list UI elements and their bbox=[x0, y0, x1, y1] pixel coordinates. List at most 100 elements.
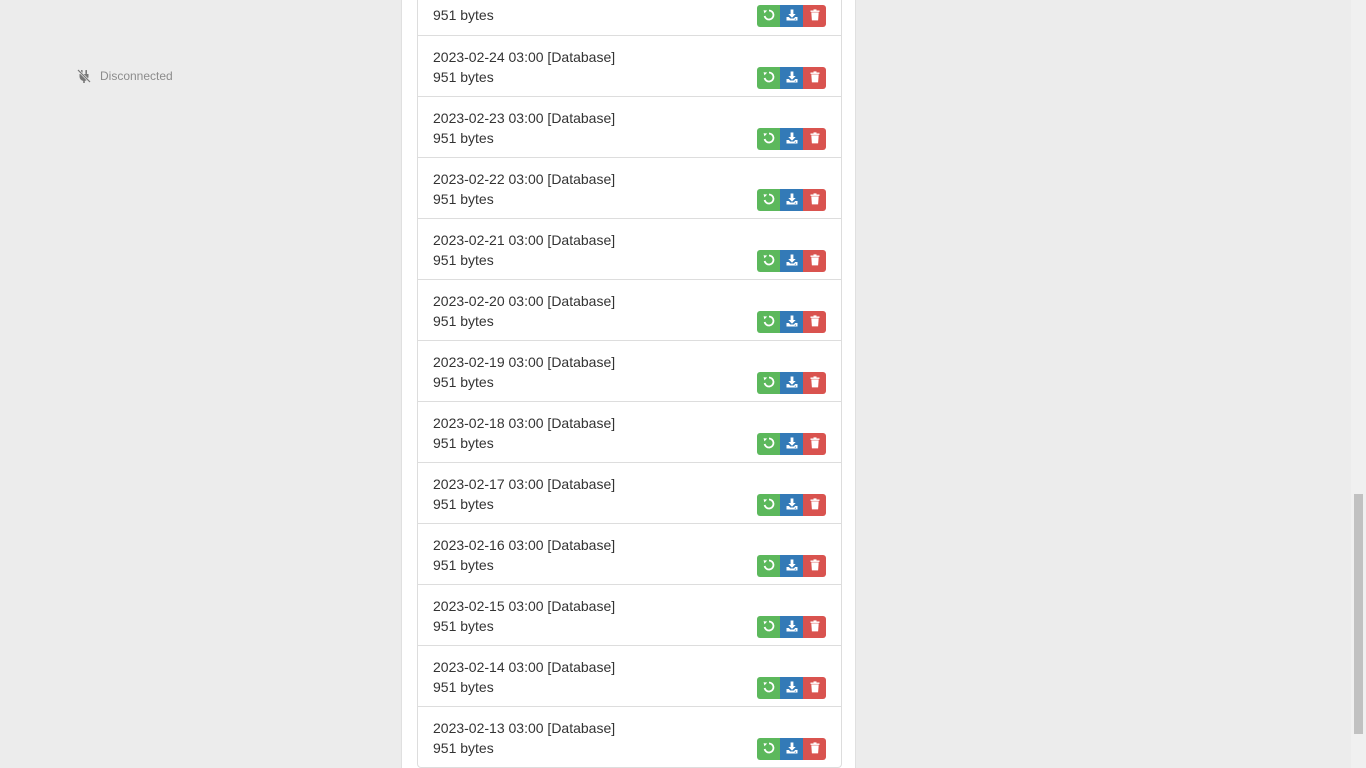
backup-item: 2023-02-22 03:00 [Database] 951 bytes bbox=[418, 157, 841, 218]
restore-button[interactable] bbox=[757, 616, 780, 638]
backup-title: 2023-02-18 03:00 [Database] bbox=[433, 415, 616, 431]
backup-item: 2023-02-21 03:00 [Database] 951 bytes bbox=[418, 218, 841, 279]
restore-button[interactable] bbox=[757, 67, 780, 89]
delete-button[interactable] bbox=[803, 677, 826, 699]
restore-icon bbox=[763, 559, 775, 574]
backup-size: 951 bytes bbox=[433, 496, 494, 512]
restore-button[interactable] bbox=[757, 677, 780, 699]
backup-actions bbox=[757, 372, 826, 394]
backup-item: 2023-02-13 03:00 [Database] 951 bytes bbox=[418, 706, 841, 767]
backup-actions bbox=[757, 738, 826, 760]
restore-button[interactable] bbox=[757, 250, 780, 272]
delete-button[interactable] bbox=[803, 494, 826, 516]
download-button[interactable] bbox=[780, 5, 803, 27]
backup-size: 951 bytes bbox=[433, 252, 494, 268]
backup-actions bbox=[757, 677, 826, 699]
delete-button[interactable] bbox=[803, 616, 826, 638]
trash-icon bbox=[809, 436, 821, 452]
backup-size: 951 bytes bbox=[433, 740, 494, 756]
download-button[interactable] bbox=[780, 372, 803, 394]
download-button[interactable] bbox=[780, 433, 803, 455]
backup-actions bbox=[757, 189, 826, 211]
backup-item: 2023-02-20 03:00 [Database] 951 bytes bbox=[418, 279, 841, 340]
restore-icon bbox=[763, 742, 775, 757]
delete-button[interactable] bbox=[803, 555, 826, 577]
backup-size: 951 bytes bbox=[433, 313, 494, 329]
download-icon bbox=[786, 132, 798, 147]
backup-item: 2023-02-15 03:00 [Database] 951 bytes bbox=[418, 584, 841, 645]
download-icon bbox=[786, 742, 798, 757]
backup-title: 2023-02-14 03:00 [Database] bbox=[433, 659, 616, 675]
restore-icon bbox=[763, 376, 775, 391]
delete-button[interactable] bbox=[803, 128, 826, 150]
backup-actions bbox=[757, 128, 826, 150]
delete-button[interactable] bbox=[803, 738, 826, 760]
backup-size: 951 bytes bbox=[433, 435, 494, 451]
restore-button[interactable] bbox=[757, 128, 780, 150]
download-button[interactable] bbox=[780, 67, 803, 89]
download-icon bbox=[786, 498, 798, 513]
backup-item: 2023-02-17 03:00 [Database] 951 bytes bbox=[418, 462, 841, 523]
delete-button[interactable] bbox=[803, 189, 826, 211]
trash-icon bbox=[809, 192, 821, 208]
delete-button[interactable] bbox=[803, 433, 826, 455]
backup-actions bbox=[757, 250, 826, 272]
backup-size: 951 bytes bbox=[433, 191, 494, 207]
trash-icon bbox=[809, 314, 821, 330]
restore-icon bbox=[763, 620, 775, 635]
download-button[interactable] bbox=[780, 616, 803, 638]
download-button[interactable] bbox=[780, 677, 803, 699]
download-icon bbox=[786, 559, 798, 574]
backup-title: 2023-02-23 03:00 [Database] bbox=[433, 110, 616, 126]
download-button[interactable] bbox=[780, 738, 803, 760]
restore-button[interactable] bbox=[757, 5, 780, 27]
restore-button[interactable] bbox=[757, 555, 780, 577]
delete-button[interactable] bbox=[803, 67, 826, 89]
backup-item: 2023-02-24 03:00 [Database] 951 bytes bbox=[418, 35, 841, 96]
restore-button[interactable] bbox=[757, 189, 780, 211]
trash-icon bbox=[809, 497, 821, 513]
backup-actions bbox=[757, 67, 826, 89]
download-icon bbox=[786, 9, 798, 24]
delete-button[interactable] bbox=[803, 5, 826, 27]
backup-item: 2023-02-16 03:00 [Database] 951 bytes bbox=[418, 523, 841, 584]
trash-icon bbox=[809, 619, 821, 635]
restore-icon bbox=[763, 193, 775, 208]
delete-button[interactable] bbox=[803, 372, 826, 394]
download-button[interactable] bbox=[780, 128, 803, 150]
download-button[interactable] bbox=[780, 250, 803, 272]
restore-button[interactable] bbox=[757, 372, 780, 394]
restore-icon bbox=[763, 315, 775, 330]
restore-button[interactable] bbox=[757, 738, 780, 760]
backup-size: 951 bytes bbox=[433, 618, 494, 634]
download-button[interactable] bbox=[780, 494, 803, 516]
download-button[interactable] bbox=[780, 189, 803, 211]
download-button[interactable] bbox=[780, 555, 803, 577]
backup-item: 2023-02-23 03:00 [Database] 951 bytes bbox=[418, 96, 841, 157]
download-button[interactable] bbox=[780, 311, 803, 333]
plug-disconnected-icon bbox=[76, 68, 92, 84]
connection-status-label: Disconnected bbox=[100, 69, 173, 83]
trash-icon bbox=[809, 70, 821, 86]
trash-icon bbox=[809, 741, 821, 757]
backup-size: 951 bytes bbox=[433, 679, 494, 695]
backup-actions bbox=[757, 433, 826, 455]
backup-title: 2023-02-19 03:00 [Database] bbox=[433, 354, 616, 370]
backup-title: 2023-02-24 03:00 [Database] bbox=[433, 49, 616, 65]
restore-icon bbox=[763, 71, 775, 86]
backup-title: 2023-02-16 03:00 [Database] bbox=[433, 537, 616, 553]
backup-list: 951 bytes 2023-02-24 03:00 [Database] 951 … bbox=[417, 0, 842, 768]
restore-button[interactable] bbox=[757, 311, 780, 333]
backup-title: 2023-02-20 03:00 [Database] bbox=[433, 293, 616, 309]
delete-button[interactable] bbox=[803, 311, 826, 333]
backup-size: 951 bytes bbox=[433, 7, 494, 23]
restore-icon bbox=[763, 9, 775, 24]
restore-button[interactable] bbox=[757, 494, 780, 516]
page-scrollbar[interactable] bbox=[1351, 0, 1366, 768]
delete-button[interactable] bbox=[803, 250, 826, 272]
backup-size: 951 bytes bbox=[433, 130, 494, 146]
backup-item: 2023-02-18 03:00 [Database] 951 bytes bbox=[418, 401, 841, 462]
backup-size: 951 bytes bbox=[433, 69, 494, 85]
restore-button[interactable] bbox=[757, 433, 780, 455]
scrollbar-thumb[interactable] bbox=[1354, 494, 1363, 734]
